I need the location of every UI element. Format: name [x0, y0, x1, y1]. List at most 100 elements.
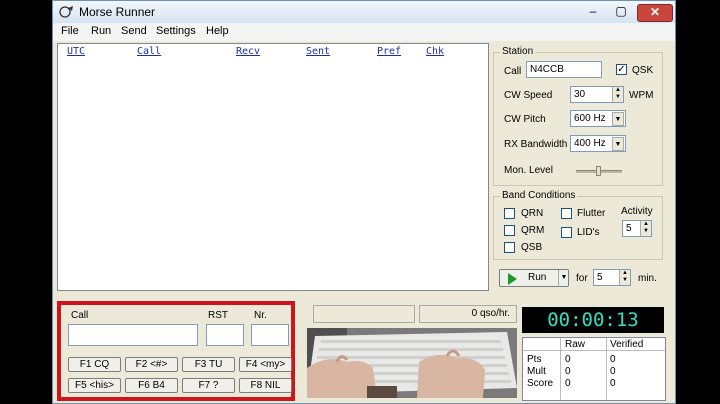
score-verified-value: 0 — [610, 378, 616, 389]
lids-checkbox[interactable] — [561, 227, 572, 238]
score-raw-value: 0 — [565, 354, 571, 365]
rx-bandwidth-label: RX Bandwidth — [504, 139, 568, 150]
score-row-label: Score — [527, 378, 554, 389]
call-input[interactable] — [68, 324, 198, 346]
duration-spinner[interactable]: 5 ▲ ▼ — [593, 269, 631, 286]
log-header-utc: UTC — [67, 46, 86, 57]
station-group: Station Call N4CCB ✓ QSK CW Speed 30 ▲ ▼… — [493, 46, 663, 186]
min-label: min. — [638, 273, 657, 284]
title-bar: Morse Runner – ▢ ✕ — [53, 1, 675, 24]
log-header-pref: Pref — [377, 46, 402, 57]
entry-call-label: Call — [71, 310, 89, 321]
cw-pitch-label: CW Pitch — [504, 114, 546, 125]
menu-help[interactable]: Help — [206, 25, 229, 37]
log-header-chk: Chk — [426, 46, 445, 57]
qsb-checkbox[interactable] — [504, 242, 515, 253]
score-table: Raw Verified Pts 0 0 Mult 0 0 Score 0 0 — [522, 337, 666, 401]
log-header-recv: Recv — [236, 46, 261, 57]
minimize-button[interactable]: – — [581, 4, 605, 20]
for-label: for — [576, 273, 588, 284]
score-header-verified: Verified — [610, 339, 644, 350]
flutter-checkbox[interactable] — [561, 208, 572, 219]
f1-cq-button[interactable]: F1 CQ — [68, 357, 121, 372]
score-raw-value: 0 — [565, 378, 571, 389]
spin-down-icon[interactable]: ▼ — [619, 277, 630, 285]
f2-number-button[interactable]: F2 <#> — [125, 357, 178, 372]
spin-up-icon[interactable]: ▲ — [619, 270, 630, 277]
mon-level-slider[interactable] — [576, 166, 622, 176]
play-icon — [508, 273, 517, 285]
cw-speed-value: 30 — [574, 89, 586, 100]
f5-his-call-button[interactable]: F5 <his> — [68, 378, 121, 393]
window-title: Morse Runner — [79, 5, 156, 19]
qso-rate: 0 qso/hr. — [471, 308, 510, 319]
station-group-title: Station — [500, 46, 536, 57]
qsb-label: QSB — [521, 242, 543, 253]
spin-up-icon[interactable]: ▲ — [640, 221, 651, 228]
cw-pitch-select[interactable]: 600 Hz ▼ — [570, 110, 626, 127]
f8-nil-button[interactable]: F8 NIL — [239, 378, 292, 393]
rst-input[interactable] — [206, 324, 244, 346]
f3-tu-button[interactable]: F3 TU — [182, 357, 235, 372]
menu-settings[interactable]: Settings — [156, 25, 196, 37]
station-call-field[interactable]: N4CCB — [526, 61, 602, 78]
qrn-checkbox[interactable] — [504, 208, 515, 219]
log-header-sent: Sent — [306, 46, 331, 57]
cw-speed-label: CW Speed — [504, 90, 553, 101]
qsk-checkbox[interactable]: ✓ — [616, 64, 627, 75]
flutter-label: Flutter — [577, 208, 606, 219]
activity-label: Activity — [621, 206, 653, 217]
rx-bandwidth-select[interactable]: 400 Hz ▼ — [570, 135, 626, 152]
f6-b4-button[interactable]: F6 B4 — [125, 378, 178, 393]
duration-value: 5 — [597, 272, 603, 283]
call-label: Call — [504, 66, 522, 77]
rate-box: 0 qso/hr. — [419, 305, 517, 323]
chevron-down-icon[interactable]: ▼ — [558, 270, 569, 286]
menu-bar: File Run Send Settings Help — [53, 23, 675, 41]
f7-query-button[interactable]: F7 ? — [182, 378, 235, 393]
chevron-down-icon[interactable]: ▼ — [612, 112, 624, 126]
call-entry-panel: Call RST Nr. F1 CQ F2 <#> F3 TU F4 <my> … — [57, 301, 295, 401]
score-verified-value: 0 — [610, 366, 616, 377]
band-conditions-title: Band Conditions — [500, 190, 578, 201]
morse-runner-window: Morse Runner – ▢ ✕ File Run Send Setting… — [52, 0, 676, 404]
menu-send[interactable]: Send — [121, 25, 147, 37]
menu-file[interactable]: File — [61, 25, 79, 37]
elapsed-timer: 00:00:13 — [522, 307, 664, 333]
maximize-button[interactable]: ▢ — [609, 4, 633, 20]
activity-spinner[interactable]: 5 ▲ ▼ — [622, 220, 652, 237]
score-raw-value: 0 — [565, 366, 571, 377]
run-button-label: Run — [528, 272, 547, 283]
spin-down-icon[interactable]: ▼ — [640, 228, 651, 236]
f4-my-call-button[interactable]: F4 <my> — [239, 357, 292, 372]
band-conditions-group: Band Conditions QRN QRM QSB Flutter LID'… — [493, 190, 663, 260]
status-box — [313, 305, 415, 323]
mon-level-label: Mon. Level — [504, 165, 553, 176]
qrm-label: QRM — [521, 225, 545, 236]
qrn-label: QRN — [521, 208, 544, 219]
qrm-checkbox[interactable] — [504, 225, 515, 236]
qsk-label: QSK — [632, 65, 654, 76]
close-button[interactable]: ✕ — [637, 4, 673, 22]
score-verified-value: 0 — [610, 354, 616, 365]
spin-up-icon[interactable]: ▲ — [612, 87, 623, 94]
slider-thumb[interactable] — [596, 166, 601, 176]
spin-down-icon[interactable]: ▼ — [612, 94, 623, 102]
menu-run[interactable]: Run — [91, 25, 111, 37]
cw-speed-spinner[interactable]: 30 ▲ ▼ — [570, 86, 624, 103]
rx-bandwidth-value: 400 Hz — [574, 138, 606, 149]
wpm-label: WPM — [629, 90, 654, 101]
entry-rst-label: RST — [208, 310, 228, 321]
keyboard-hands-image — [307, 328, 517, 398]
nr-input[interactable] — [251, 324, 289, 346]
run-button[interactable]: Run ▼ — [499, 269, 569, 287]
activity-value: 5 — [626, 223, 632, 234]
score-header-raw: Raw — [565, 339, 586, 350]
log-header-call: Call — [137, 46, 162, 57]
qso-log[interactable]: UTC Call Recv Sent Pref Chk — [57, 43, 489, 291]
cw-pitch-value: 600 Hz — [574, 113, 606, 124]
score-row-label: Mult — [527, 366, 546, 377]
score-row-label: Pts — [527, 354, 542, 365]
webcam-video — [307, 328, 517, 398]
chevron-down-icon[interactable]: ▼ — [612, 137, 624, 151]
